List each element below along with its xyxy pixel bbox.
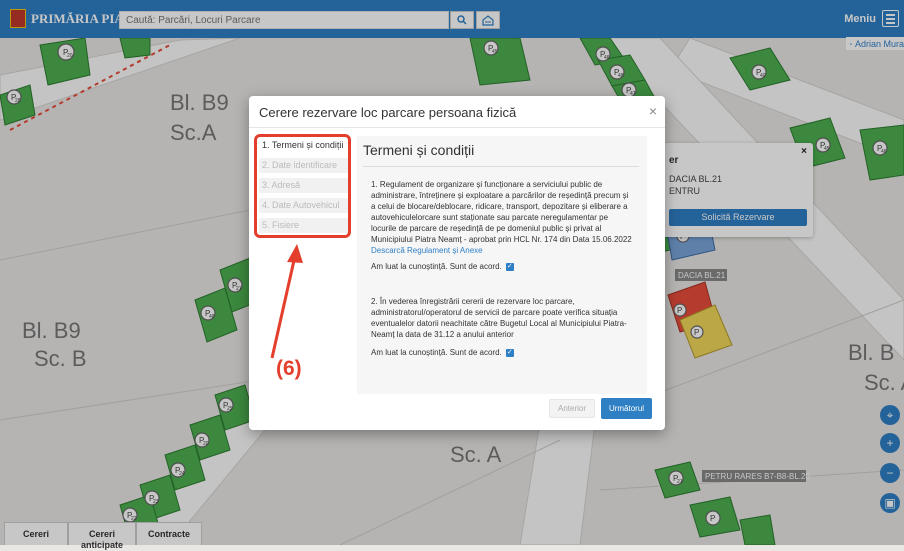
- annotation-label: (6): [276, 357, 302, 380]
- annotation-arrow: [270, 244, 303, 359]
